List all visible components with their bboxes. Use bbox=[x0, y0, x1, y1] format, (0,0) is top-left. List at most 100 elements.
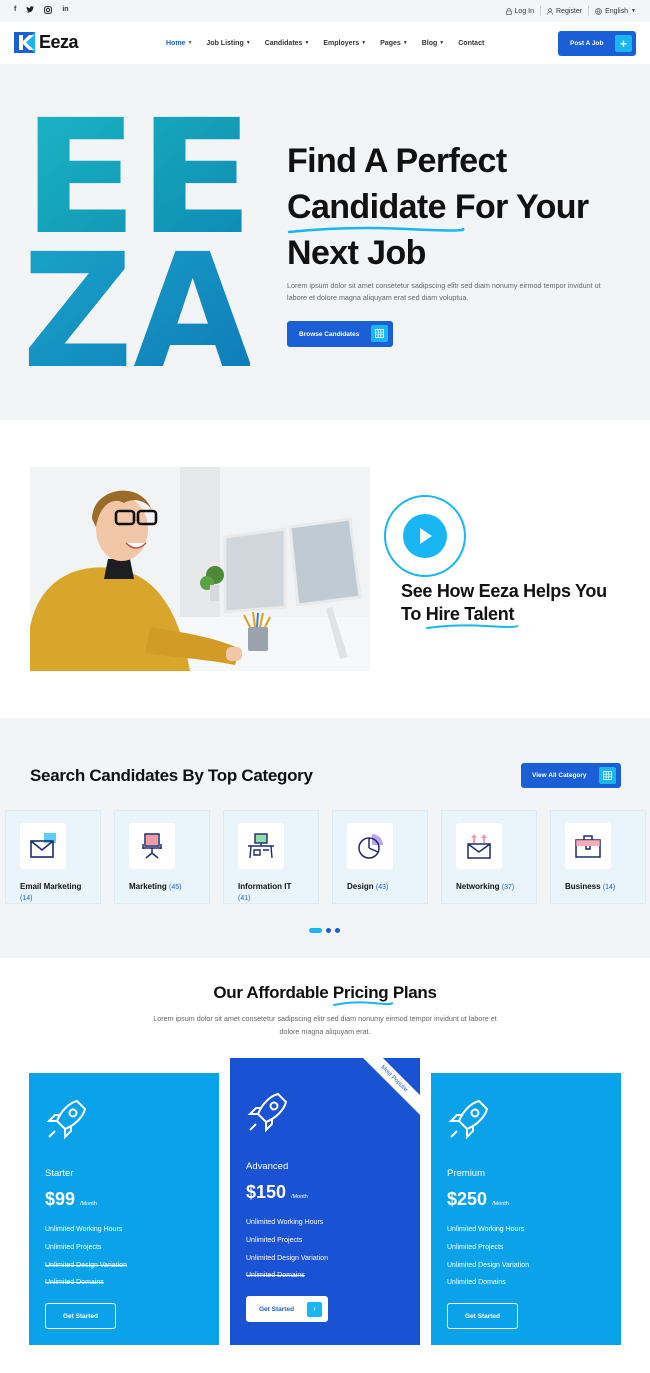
rocket-icon bbox=[247, 1092, 288, 1133]
carousel-dot[interactable] bbox=[326, 928, 331, 933]
register-link[interactable]: Register bbox=[547, 8, 582, 15]
globe-icon bbox=[595, 7, 602, 15]
logo-mark-icon bbox=[14, 32, 35, 53]
linkedin-icon[interactable]: in bbox=[62, 6, 68, 16]
nav-blog[interactable]: Blog ▼ bbox=[422, 40, 445, 47]
video-section-title: See How Eeza Helps You To Hire Talent bbox=[401, 580, 631, 629]
plan-feature: Unlimited Design Variation bbox=[45, 1262, 127, 1269]
hero-title-highlight: Candidate bbox=[287, 184, 465, 234]
most-popular-badge: Most Popular bbox=[353, 1058, 420, 1120]
pricing-section: Our Affordable Pricing Plans Lorem ipsum… bbox=[0, 958, 650, 1373]
get-started-button[interactable]: Get Started › bbox=[246, 1296, 328, 1322]
chevron-down-icon: ▼ bbox=[361, 40, 367, 46]
get-started-button[interactable]: Get Started bbox=[45, 1303, 116, 1329]
grid-icon bbox=[599, 767, 616, 784]
plan-feature: Unlimited Projects bbox=[246, 1237, 303, 1244]
instagram-icon[interactable] bbox=[44, 6, 53, 16]
nav-home[interactable]: Home ▼ bbox=[166, 40, 192, 47]
rocket-icon bbox=[448, 1099, 489, 1140]
pricing-section-title: Our Affordable Pricing Plans bbox=[0, 983, 650, 1006]
carousel-pagination bbox=[309, 928, 340, 933]
user-icon bbox=[547, 7, 553, 15]
plan-feature: Unlimited Projects bbox=[447, 1244, 504, 1251]
plan-price: $250 /Month bbox=[447, 1189, 509, 1209]
plan-card-advanced: Most Popular Advanced $150 /Month Unlimi… bbox=[230, 1058, 420, 1345]
network-mail-icon bbox=[456, 823, 502, 869]
twitter-icon[interactable] bbox=[26, 6, 35, 16]
chevron-down-icon: ▼ bbox=[402, 40, 408, 46]
video-section: See How Eeza Helps You To Hire Talent bbox=[0, 420, 650, 718]
hero-title: Find A Perfect Candidate For Your Next J… bbox=[287, 142, 589, 272]
get-started-button[interactable]: Get Started bbox=[447, 1303, 518, 1329]
carousel-dot[interactable] bbox=[335, 928, 340, 933]
chevron-down-icon: ▼ bbox=[245, 40, 251, 46]
post-job-button[interactable]: Post A Job + bbox=[558, 31, 636, 56]
email-icon bbox=[20, 823, 66, 869]
plan-name: Premium bbox=[447, 1168, 486, 1179]
video-title-highlight: Hire Talent bbox=[425, 603, 518, 629]
hero-letters-bottom: ZA bbox=[28, 220, 250, 374]
nav-pages[interactable]: Pages ▼ bbox=[380, 40, 408, 47]
category-card-marketing[interactable]: Marketing (45) bbox=[114, 810, 210, 904]
social-links: f in bbox=[14, 6, 69, 16]
hero-section: EE ZA Find A Perfect Candidate For Your … bbox=[0, 64, 650, 420]
plus-icon: + bbox=[615, 35, 632, 52]
lock-icon bbox=[505, 7, 512, 15]
underline-swoosh bbox=[332, 1001, 393, 1006]
plan-feature: Unlimited Domains bbox=[45, 1279, 104, 1286]
plan-feature: Unlimited Working Hours bbox=[447, 1226, 525, 1233]
plan-card-starter: Starter $99 /Month Unlimited Working Hou… bbox=[29, 1073, 219, 1345]
chevron-down-icon: ▼ bbox=[187, 40, 193, 46]
plan-feature: Unlimited Domains bbox=[246, 1272, 305, 1279]
plan-feature: Unlimited Working Hours bbox=[246, 1219, 324, 1226]
category-card-design[interactable]: Design (43) bbox=[332, 810, 428, 904]
plan-name: Starter bbox=[45, 1168, 74, 1179]
plan-feature: Unlimited Domains bbox=[447, 1279, 506, 1286]
category-card-networking[interactable]: Networking (37) bbox=[441, 810, 537, 904]
grid-icon bbox=[371, 325, 388, 342]
browse-candidates-button[interactable]: Browse Candidates bbox=[287, 321, 393, 347]
pricing-title-highlight: Pricing bbox=[332, 983, 393, 1006]
chevron-down-icon: ▼ bbox=[304, 40, 310, 46]
chevron-down-icon: ▼ bbox=[439, 40, 445, 46]
nav-employers[interactable]: Employers ▼ bbox=[323, 40, 366, 47]
desk-icon bbox=[238, 823, 284, 869]
briefcase-icon bbox=[565, 823, 611, 869]
main-nav: Home ▼ Job Listing ▼ Candidates ▼ Employers… bbox=[166, 22, 484, 64]
plan-price: $150 /Month bbox=[246, 1182, 308, 1202]
carousel-dot-active[interactable] bbox=[309, 928, 322, 933]
facebook-icon[interactable]: f bbox=[14, 6, 16, 16]
login-link[interactable]: Log In bbox=[505, 7, 534, 15]
view-all-category-button[interactable]: View All Category bbox=[521, 763, 621, 788]
plan-feature: Unlimited Design Variation bbox=[447, 1262, 529, 1269]
category-card-information-it[interactable]: Information IT (41) bbox=[223, 810, 319, 904]
hero-letters-graphic: EE ZA bbox=[28, 108, 250, 374]
plan-feature: Unlimited Projects bbox=[45, 1244, 102, 1251]
underline-swoosh bbox=[425, 624, 518, 629]
plan-price: $99 /Month bbox=[45, 1189, 97, 1209]
account-links: Log In Register English ▼ bbox=[505, 6, 636, 16]
top-bar: f in Log In Register English ▼ bbox=[0, 0, 650, 22]
language-selector[interactable]: English ▼ bbox=[595, 8, 636, 15]
video-play-button[interactable] bbox=[384, 495, 466, 577]
arrow-right-icon: › bbox=[307, 1302, 322, 1317]
category-card-business[interactable]: Business (14) bbox=[550, 810, 646, 904]
nav-candidates[interactable]: Candidates ▼ bbox=[265, 40, 310, 47]
divider bbox=[540, 6, 541, 16]
nav-job-listing[interactable]: Job Listing ▼ bbox=[206, 40, 250, 47]
hero-description: Lorem ipsum dolor sit amet consetetur sa… bbox=[287, 281, 601, 302]
category-card-email-marketing[interactable]: Email Marketing (14) bbox=[5, 810, 101, 904]
pie-chart-icon bbox=[347, 823, 393, 869]
logo[interactable]: Eeza bbox=[14, 32, 79, 53]
nav-contact[interactable]: Contact bbox=[458, 40, 484, 47]
plan-feature: Unlimited Working Hours bbox=[45, 1226, 123, 1233]
plan-feature: Unlimited Design Variation bbox=[246, 1255, 328, 1262]
office-chair-icon bbox=[129, 823, 175, 869]
plan-name: Advanced bbox=[246, 1161, 289, 1172]
chevron-down-icon: ▼ bbox=[631, 8, 636, 14]
pricing-description: Lorem ipsum dolor sit amet consetetur sa… bbox=[153, 1014, 497, 1036]
main-header: Eeza Home ▼ Job Listing ▼ Candidates ▼ Empl… bbox=[0, 22, 650, 64]
divider bbox=[588, 6, 590, 16]
category-section: Search Candidates By Top Category View A… bbox=[0, 718, 650, 958]
underline-swoosh bbox=[287, 226, 465, 234]
